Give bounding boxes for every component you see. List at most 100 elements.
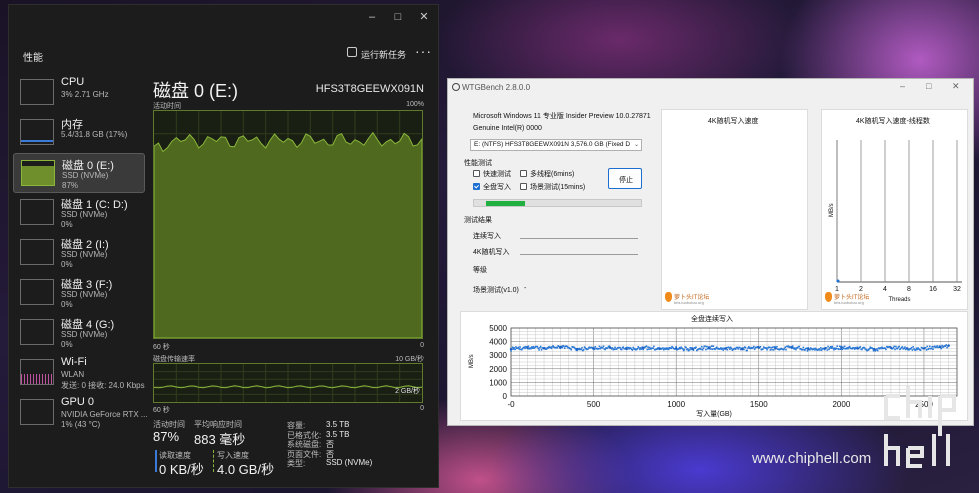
data-point bbox=[901, 346, 904, 348]
maximize-icon[interactable]: □ bbox=[926, 81, 931, 91]
active-time-graph-svg bbox=[154, 111, 422, 338]
data-point bbox=[931, 346, 934, 348]
data-point bbox=[631, 349, 634, 351]
data-point bbox=[802, 346, 805, 349]
data-point bbox=[766, 348, 768, 351]
sidebar-item[interactable]: 磁盘 0 (E:) SSD (NVMe) 87% bbox=[13, 153, 145, 193]
task-manager-window: – □ ✕ 性能 运行新任务 ··· CPU 3% 2.71 GHz 内存 5.4/3… bbox=[8, 4, 439, 488]
data-point bbox=[823, 347, 827, 350]
checkbox-label: 多线程(6mins) bbox=[530, 171, 575, 178]
data-point bbox=[597, 347, 600, 350]
data-point bbox=[783, 347, 786, 350]
y-tick-label: 5000 bbox=[489, 324, 507, 333]
result-value: - bbox=[524, 285, 527, 292]
carrot-logo-icon bbox=[825, 292, 832, 302]
data-point bbox=[625, 347, 628, 351]
data-point bbox=[648, 346, 651, 349]
data-point bbox=[861, 348, 863, 351]
data-point bbox=[876, 348, 878, 350]
data-point bbox=[919, 349, 922, 351]
sidebar-item[interactable]: 磁盘 2 (I:) SSD (NVMe) 0% bbox=[13, 233, 145, 273]
data-point bbox=[580, 348, 583, 351]
drive-select[interactable]: E: (NTFS) HFS3T8GEEWX091N 3,576.0 GB (Fi… bbox=[470, 139, 642, 151]
data-point bbox=[772, 346, 774, 348]
sidebar-thumbnail bbox=[20, 279, 54, 305]
checkbox[interactable] bbox=[520, 170, 527, 177]
data-point bbox=[724, 347, 727, 350]
page-title: 性能 bbox=[23, 53, 43, 64]
minimize-icon[interactable]: – bbox=[900, 81, 905, 91]
data-point bbox=[662, 347, 664, 349]
checkbox-label: 快速测试 bbox=[483, 171, 511, 178]
transfer-rate-mid: 2 GB/秒 bbox=[395, 388, 420, 395]
data-point bbox=[911, 349, 914, 351]
sidebar-item[interactable]: 磁盘 1 (C: D:) SSD (NVMe) 0% bbox=[13, 193, 145, 233]
sidebar-item[interactable]: Wi-Fi WLAN 发送: 0 接收: 24.0 Kbps bbox=[13, 353, 145, 393]
data-point bbox=[640, 348, 643, 350]
stop-button[interactable]: 停止 bbox=[608, 168, 642, 189]
data-point bbox=[606, 347, 609, 350]
data-point bbox=[853, 348, 856, 350]
maximize-icon[interactable]: □ bbox=[391, 10, 405, 24]
data-point bbox=[705, 345, 708, 348]
drive-select-value: E: (NTFS) HFS3T8GEEWX091N 3,576.0 GB (Fi… bbox=[474, 141, 631, 148]
data-point bbox=[594, 346, 597, 348]
data-point bbox=[705, 348, 707, 351]
property-value: SSD (NVMe) bbox=[326, 458, 373, 467]
data-point bbox=[620, 348, 623, 351]
data-point bbox=[772, 349, 775, 351]
data-point bbox=[601, 346, 604, 349]
data-point bbox=[726, 348, 729, 351]
sidebar-item[interactable]: 内存 5.4/31.8 GB (17%) bbox=[13, 113, 145, 153]
checkbox-label: 全盘写入 bbox=[483, 184, 511, 191]
brand-url: bbs.luobotou.org bbox=[674, 300, 704, 305]
data-point bbox=[741, 347, 744, 351]
x-tick-label: 8 bbox=[907, 286, 911, 293]
data-point bbox=[639, 348, 641, 351]
sidebar-thumbnail bbox=[20, 119, 54, 145]
sidebar-item-detail: 发送: 0 接收: 24.0 Kbps bbox=[61, 381, 145, 390]
data-point bbox=[730, 347, 733, 350]
data-point bbox=[769, 349, 772, 351]
data-point bbox=[539, 345, 542, 348]
brand-url: bbs.luobotou.org bbox=[834, 300, 864, 305]
sidebar-item[interactable]: CPU 3% 2.71 GHz bbox=[13, 73, 145, 113]
x-tick-label: 1000 bbox=[667, 400, 685, 409]
data-point bbox=[928, 345, 931, 348]
data-point bbox=[757, 346, 760, 349]
data-point bbox=[729, 348, 731, 350]
progress-bar bbox=[473, 199, 642, 207]
os-info: Microsoft Windows 11 专业版 Insider Preview… bbox=[473, 113, 651, 120]
data-point bbox=[604, 348, 606, 351]
data-point bbox=[914, 349, 917, 351]
close-icon[interactable]: ✕ bbox=[952, 81, 960, 92]
disk-title: 磁盘 0 (E:) bbox=[153, 81, 239, 101]
sidebar-item[interactable]: GPU 0 NVIDIA GeForce RTX ... 1% (43 °C) bbox=[13, 393, 148, 433]
sidebar-item[interactable]: 磁盘 3 (F:) SSD (NVMe) 0% bbox=[13, 273, 145, 313]
data-point bbox=[765, 347, 768, 349]
title-bar: – □ ✕ bbox=[9, 5, 438, 29]
data-point bbox=[896, 347, 899, 350]
run-new-task-button[interactable]: 运行新任务 bbox=[361, 48, 406, 61]
data-point bbox=[646, 348, 649, 351]
data-point bbox=[518, 348, 521, 350]
checkbox[interactable] bbox=[473, 170, 480, 177]
close-icon[interactable]: ✕ bbox=[417, 10, 431, 24]
checkbox[interactable] bbox=[520, 183, 527, 190]
sidebar-item[interactable]: 磁盘 4 (G:) SSD (NVMe) 0% bbox=[13, 313, 145, 353]
data-point bbox=[611, 347, 614, 349]
more-options-icon[interactable]: ··· bbox=[415, 43, 432, 59]
data-point bbox=[515, 346, 517, 348]
sidebar-item-detail: SSD (NVMe) bbox=[61, 210, 108, 219]
stop-button-label: 停止 bbox=[619, 177, 633, 184]
data-point bbox=[570, 348, 573, 351]
data-point bbox=[859, 346, 862, 348]
data-point bbox=[532, 346, 535, 348]
data-point bbox=[715, 346, 718, 349]
data-point bbox=[582, 348, 585, 351]
checkbox[interactable] bbox=[473, 183, 480, 190]
minimize-icon[interactable]: – bbox=[365, 10, 379, 24]
x-tick-label: 4 bbox=[883, 286, 887, 293]
result-label: 连续写入 bbox=[473, 233, 501, 240]
data-point bbox=[652, 347, 654, 350]
